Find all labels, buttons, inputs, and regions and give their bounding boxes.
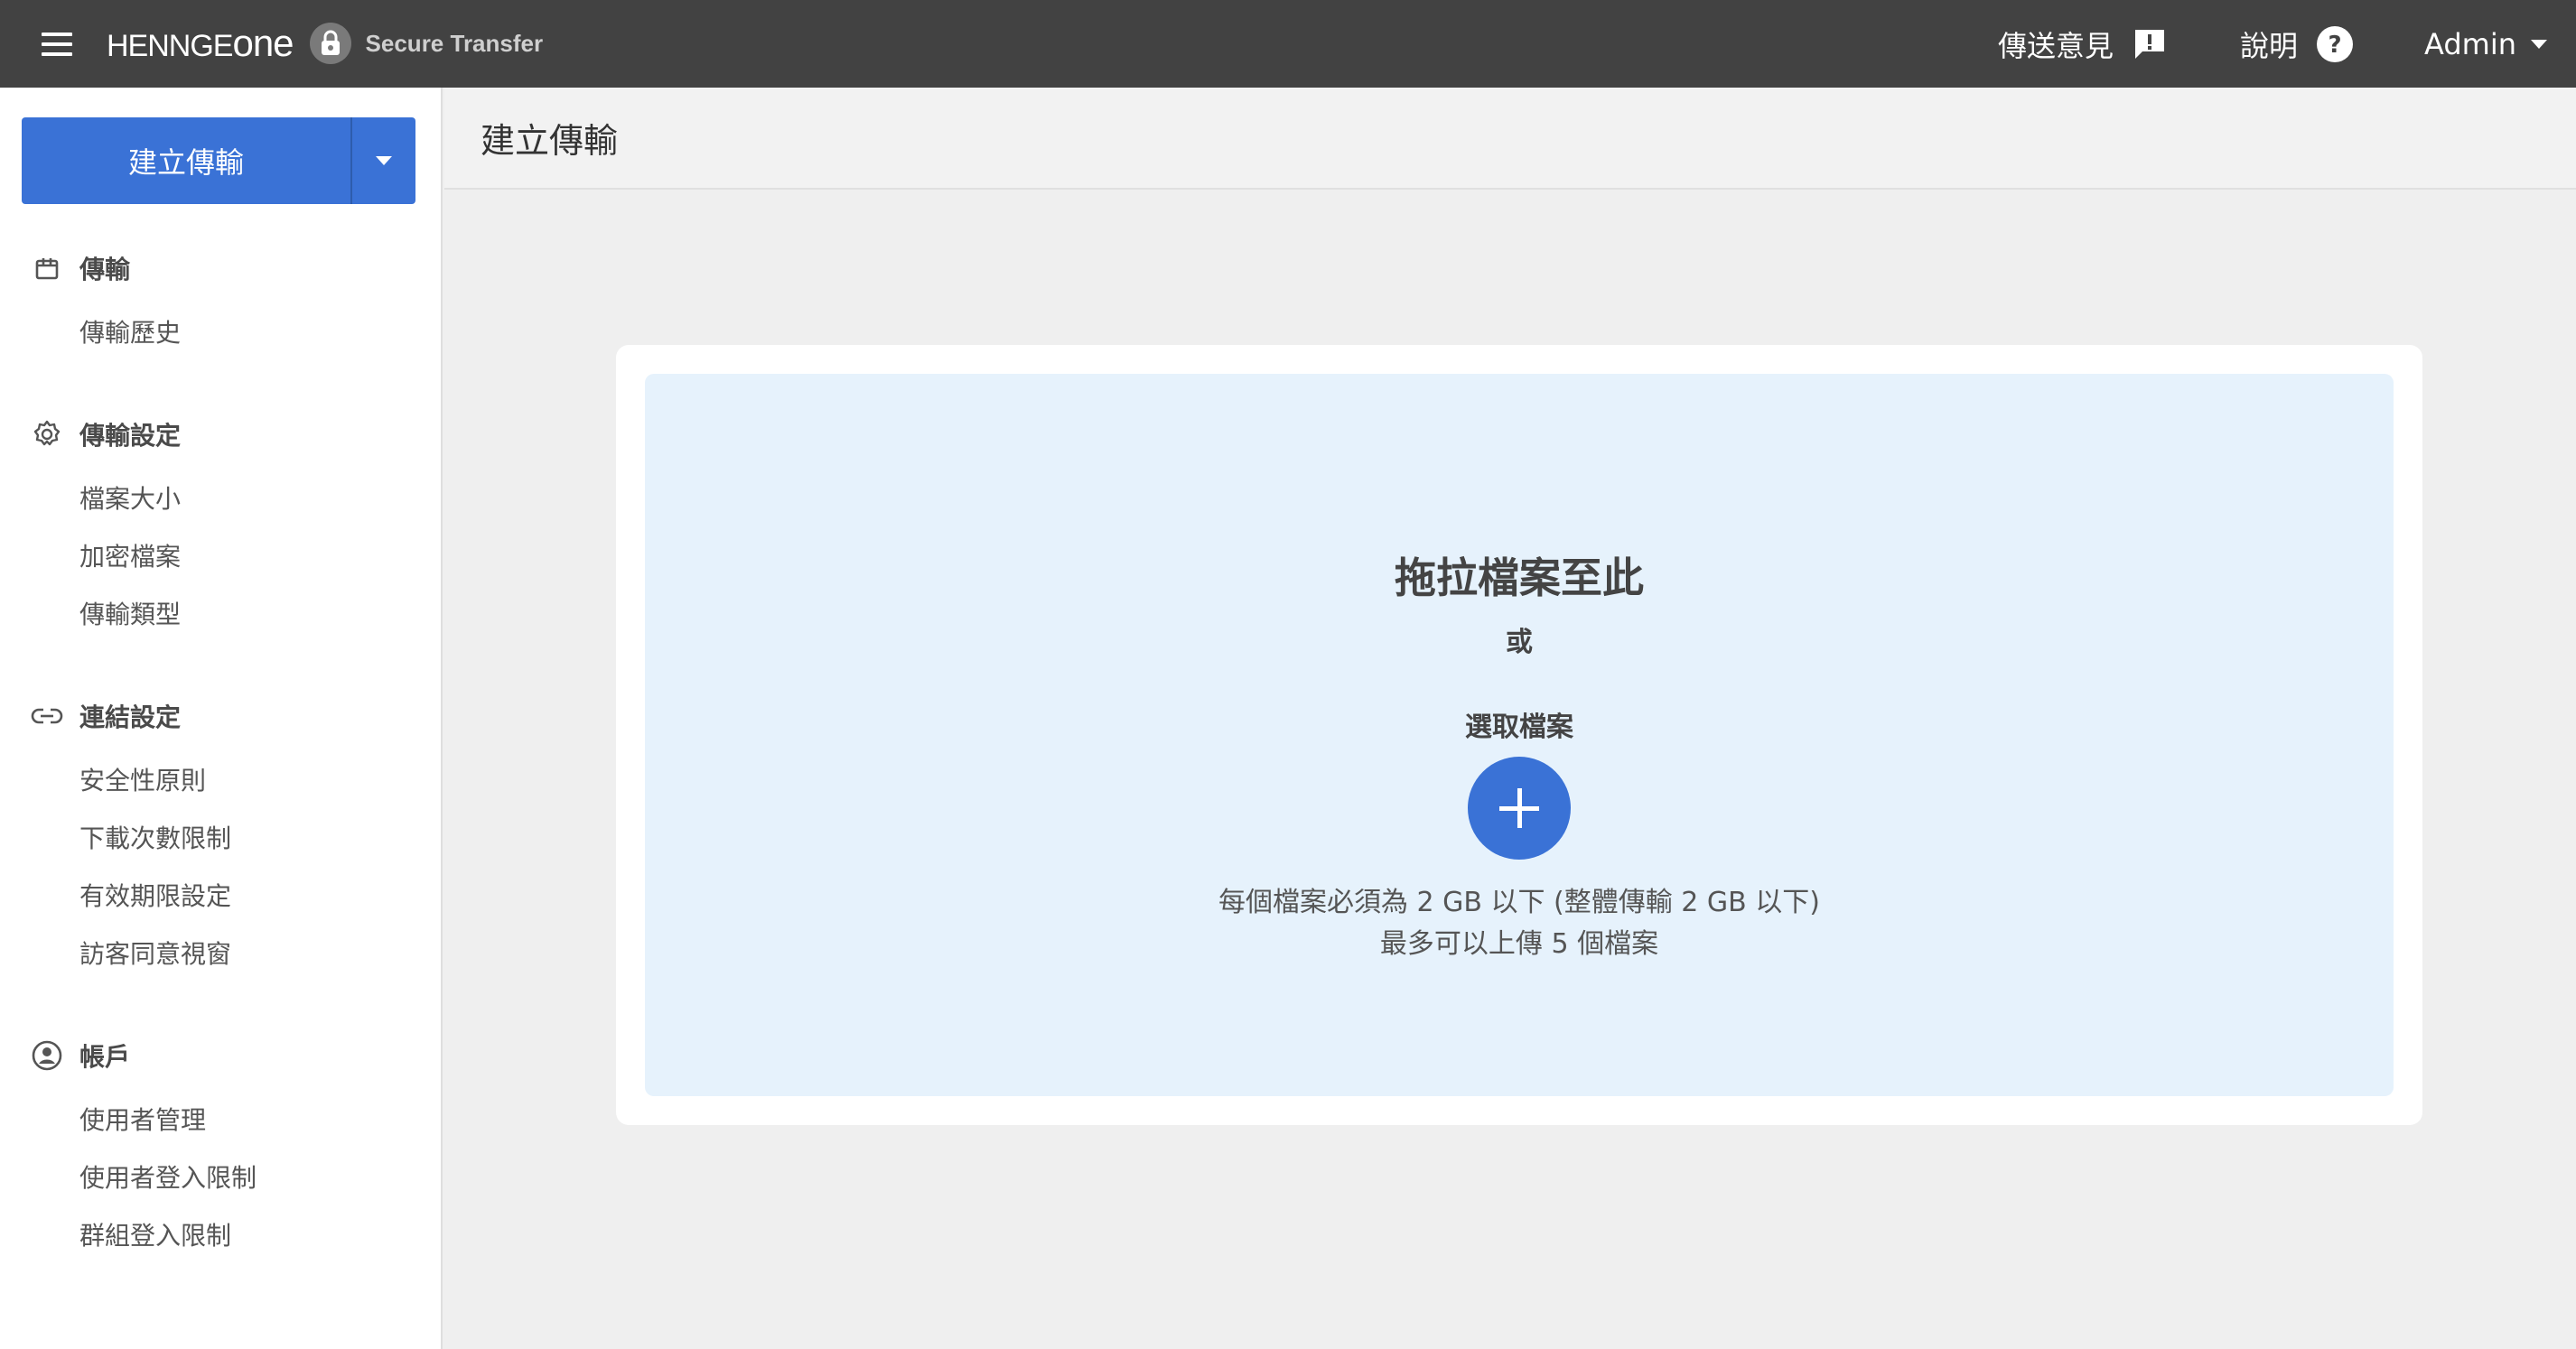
upload-card: 拖拉檔案至此 或 選取檔案 每個檔案必須為 2 GB 以下 (整體傳輸 2 GB… — [616, 345, 2422, 1125]
file-count-note: 最多可以上傳 5 個檔案 — [1379, 928, 1659, 960]
sidebar-item-download-limit[interactable]: 下載次數限制 — [79, 819, 231, 855]
account-circle-icon — [31, 1039, 63, 1072]
feedback-label: 傳送意見 — [1998, 29, 2114, 63]
gear-icon — [31, 418, 63, 451]
user-menu[interactable]: Admin — [2424, 22, 2547, 67]
help-circle-icon: ? — [2316, 25, 2354, 63]
brand-suffix: one — [232, 22, 294, 64]
caret-down-icon — [376, 156, 392, 165]
user-label: Admin — [2424, 27, 2516, 61]
feedback-button[interactable]: 傳送意見 — [1998, 22, 2168, 67]
drop-or-label: 或 — [1506, 627, 1533, 658]
create-transfer-split-button: 建立傳輸 — [22, 117, 415, 204]
sidebar-item-guest-consent[interactable]: 訪客同意視窗 — [79, 935, 231, 971]
box-icon — [31, 252, 63, 284]
help-label: 說明 — [2240, 29, 2299, 63]
link-icon — [31, 700, 63, 732]
sidebar-item-file-size[interactable]: 檔案大小 — [79, 479, 181, 516]
select-files-link[interactable]: 選取檔案 — [645, 704, 2394, 744]
sidebar-item-user-login-restriction[interactable]: 使用者登入限制 — [79, 1158, 257, 1195]
nav-heading-transfer: 傳輸 — [31, 250, 130, 286]
drop-title: 拖拉檔案至此 — [1395, 554, 1644, 602]
secure-transfer-icon — [309, 23, 351, 64]
nav-heading-transfer-settings: 傳輸設定 — [31, 416, 181, 452]
page-header: 建立傳輸 — [444, 88, 2576, 190]
file-drop-zone[interactable]: 拖拉檔案至此 或 選取檔案 每個檔案必須為 2 GB 以下 (整體傳輸 2 GB… — [645, 374, 2394, 1096]
brand-logo[interactable]: HENNGEone Secure Transfer — [107, 22, 544, 64]
svg-text:?: ? — [2328, 32, 2341, 59]
page-title: 建立傳輸 — [481, 121, 619, 161]
chevron-down-icon — [2530, 40, 2547, 49]
sidebar-item-group-login-restriction[interactable]: 群組登入限制 — [79, 1216, 231, 1252]
sidebar-item-expiration[interactable]: 有效期限設定 — [79, 877, 231, 913]
menu-icon[interactable] — [42, 33, 72, 56]
sidebar-item-transfer-history[interactable]: 傳輸歷史 — [79, 313, 181, 349]
sidebar-item-security-policy[interactable]: 安全性原則 — [79, 761, 206, 797]
add-file-button[interactable] — [1468, 757, 1571, 860]
sidebar-item-transfer-type[interactable]: 傳輸類型 — [79, 595, 181, 631]
sidebar-item-encrypted-files[interactable]: 加密檔案 — [79, 537, 181, 573]
nav-heading-account: 帳戶 — [31, 1037, 130, 1074]
create-transfer-dropdown[interactable] — [352, 117, 415, 204]
nav-heading-link-settings: 連結設定 — [31, 698, 181, 734]
create-transfer-button[interactable]: 建立傳輸 — [22, 117, 350, 204]
sidebar-item-user-management[interactable]: 使用者管理 — [79, 1101, 206, 1137]
brand-name: HENNGE — [107, 29, 233, 63]
sidebar: 建立傳輸 傳輸 傳輸歷史 傳輸設定 檔案大小 加密檔案 傳輸類型 連結設定 安全… — [0, 88, 443, 1349]
product-name: Secure Transfer — [365, 29, 544, 57]
top-bar: HENNGEone Secure Transfer 傳送意見 說明 ? Admi… — [0, 0, 2576, 88]
feedback-icon — [2132, 26, 2168, 62]
file-size-note: 每個檔案必須為 2 GB 以下 (整體傳輸 2 GB 以下) — [1218, 887, 1820, 918]
help-button[interactable]: 說明 ? — [2240, 22, 2354, 67]
